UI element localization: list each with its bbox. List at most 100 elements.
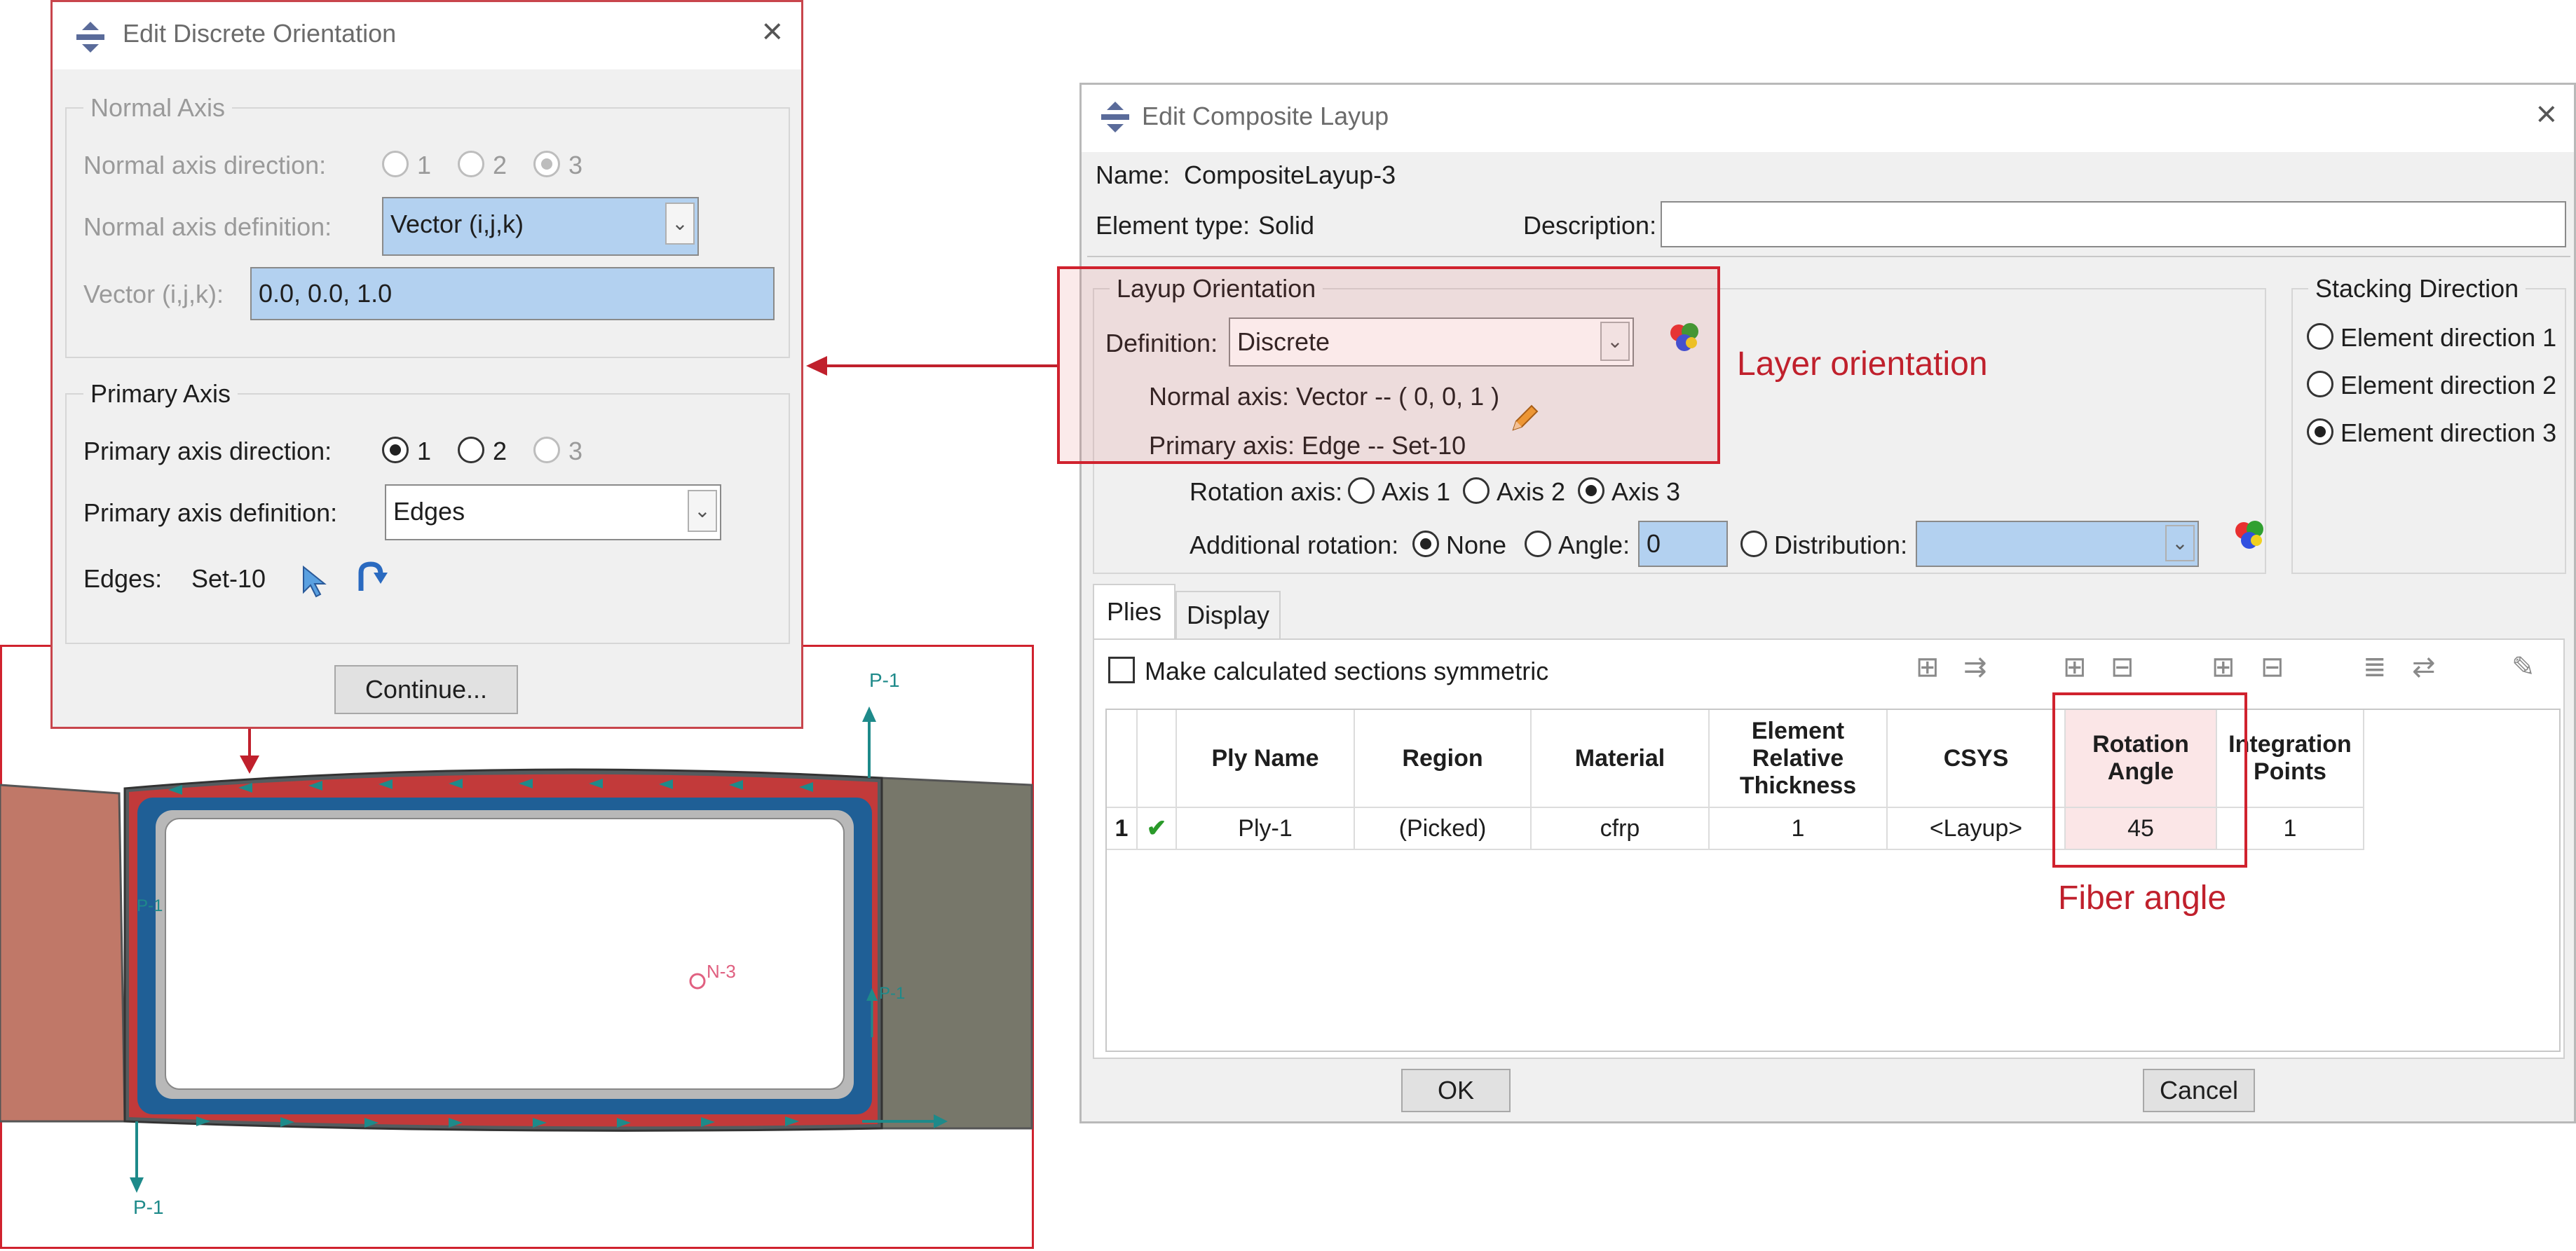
insert-after-icon[interactable]: ⇉: [1963, 651, 1987, 683]
primary-axis-group-title: Primary Axis: [83, 379, 238, 409]
row-number: 1: [1107, 808, 1138, 850]
header-region[interactable]: Region: [1355, 710, 1532, 808]
right-block: [880, 777, 1033, 1130]
edges-label: Edges:: [83, 564, 163, 593]
continue-button[interactable]: Continue...: [334, 665, 518, 714]
tab-display[interactable]: Display: [1175, 591, 1281, 640]
p1-down-arrow-head: [130, 1177, 144, 1193]
discrete-close-icon[interactable]: ×: [762, 11, 783, 53]
description-label: Description:: [1523, 211, 1657, 240]
copy-row-icon[interactable]: ⊞: [2212, 651, 2235, 683]
distribution-label: Distribution:: [1774, 531, 1908, 559]
layer-orientation-annotation: Layer orientation: [1737, 346, 1988, 383]
header-thickness[interactable]: Element Relative Thickness: [1710, 710, 1888, 808]
color-palette-icon[interactable]: [2231, 517, 2269, 554]
rotation-angle-radio[interactable]: [1525, 531, 1551, 557]
primary-definition-combo[interactable]: Edges ⌄: [385, 484, 721, 540]
rotation-angle-label: Angle:: [1558, 531, 1630, 559]
n3-label: N-3: [707, 961, 736, 982]
cancel-button[interactable]: Cancel: [2143, 1069, 2255, 1112]
p1-up-arrow-head: [862, 706, 876, 722]
orientation-connector-line: [826, 364, 1058, 367]
cell-material[interactable]: cfrp: [1532, 808, 1710, 850]
model-viewport[interactable]: P-1 P-1 P-1 P-1 N-3: [0, 645, 1034, 1249]
primary-dir-label-1: 1: [417, 437, 432, 465]
header-divider: [1087, 256, 2570, 257]
insert-before-icon[interactable]: ⊞: [1916, 651, 1940, 683]
rotation-axis2-radio[interactable]: [1463, 477, 1490, 504]
stacking-dir3-radio[interactable]: [2307, 418, 2333, 445]
primary-dir-radio-2[interactable]: [458, 437, 484, 463]
stacking-dir1-radio[interactable]: [2307, 323, 2333, 350]
primary-dir-label-3: 3: [568, 437, 583, 465]
normal-definition-combo[interactable]: Vector (i,j,k) ⌄: [382, 197, 699, 256]
name-label: Name:: [1096, 160, 1171, 189]
tab-plies[interactable]: Plies: [1093, 584, 1175, 640]
symmetric-checkbox[interactable]: [1108, 657, 1135, 683]
add-row-above-icon[interactable]: ⊞: [2063, 651, 2087, 683]
header-ply-name[interactable]: Ply Name: [1177, 710, 1355, 808]
normal-axis-group-title: Normal Axis: [83, 93, 233, 123]
normal-dir-label-1: 1: [417, 151, 432, 179]
distribution-combo[interactable]: ⌄: [1916, 521, 2199, 567]
select-cursor-icon[interactable]: [299, 564, 329, 599]
p1-bottom-label: P-1: [133, 1196, 164, 1218]
normal-dir-radio-2: [458, 151, 484, 177]
header-csys[interactable]: CSYS: [1888, 710, 2066, 808]
reset-arrow-icon[interactable]: [353, 559, 390, 594]
vector-label: Vector (i,j,k):: [83, 280, 224, 308]
stacking-dir2-radio[interactable]: [2307, 371, 2333, 397]
description-field[interactable]: [1661, 201, 2566, 247]
normal-dir-radio-3: [533, 151, 560, 177]
additional-rotation-label: Additional rotation:: [1190, 531, 1399, 559]
primary-dir-label-2: 2: [493, 437, 507, 465]
rotation-axis1-radio[interactable]: [1348, 477, 1375, 504]
discrete-orientation-dialog: Edit Discrete Orientation × Normal Axis …: [50, 0, 803, 729]
normal-dir-label-2: 2: [493, 151, 507, 179]
add-row-below-icon[interactable]: ⊟: [2111, 651, 2134, 683]
angle-field[interactable]: 0: [1638, 521, 1728, 567]
cell-ply-name[interactable]: Ply-1: [1177, 808, 1355, 850]
normal-direction-label: Normal axis direction:: [83, 151, 327, 179]
normal-definition-label: Normal axis definition:: [83, 212, 332, 241]
stacking-dir2-label: Element direction 2: [2340, 371, 2557, 399]
row-status-check-icon: ✔: [1138, 808, 1177, 850]
plies-table: Ply Name Region Material Element Relativ…: [1105, 709, 2561, 1052]
primary-dir-radio-1[interactable]: [382, 437, 409, 463]
table-status-header: [1138, 710, 1177, 808]
cell-csys[interactable]: <Layup>: [1888, 808, 2066, 850]
rotation-axis3-radio[interactable]: [1578, 477, 1604, 504]
tab-display-label: Display: [1186, 601, 1270, 629]
layup-titlebar: Edit Composite Layup ×: [1082, 85, 2574, 152]
name-value: CompositeLayup-3: [1184, 160, 1396, 189]
normal-definition-value: Vector (i,j,k): [390, 210, 524, 238]
table-corner: [1107, 710, 1138, 808]
primary-definition-label: Primary axis definition:: [83, 498, 338, 527]
cell-thickness[interactable]: 1: [1710, 808, 1888, 850]
rotation-angle-highlight: [2052, 692, 2247, 868]
ok-button[interactable]: OK: [1401, 1069, 1511, 1112]
chevron-down-icon: ⌄: [688, 490, 717, 532]
stacking-dir3-label: Element direction 3: [2340, 418, 2557, 447]
paste-row-icon[interactable]: ⊟: [2261, 651, 2284, 683]
normal-dir-radio-1: [382, 151, 409, 177]
rotation-distribution-radio[interactable]: [1740, 531, 1767, 557]
primary-dir-radio-3: [533, 437, 560, 463]
p1-right-label: P-1: [879, 984, 905, 1003]
flip-icon[interactable]: ⇄: [2412, 651, 2436, 683]
edit-cell-icon[interactable]: ✎: [2512, 651, 2535, 683]
rotation-axis3-label: Axis 3: [1611, 477, 1681, 506]
rotation-none-radio[interactable]: [1412, 531, 1439, 557]
rotation-axis-label: Rotation axis:: [1190, 477, 1343, 506]
layup-title: Edit Composite Layup: [1142, 102, 1389, 130]
vector-field[interactable]: 0.0, 0.0, 1.0: [250, 267, 775, 320]
element-type-value: Solid: [1258, 211, 1315, 240]
p1-top-label: P-1: [869, 669, 900, 691]
align-icon[interactable]: ≣: [2363, 651, 2387, 683]
normal-dir-label-3: 3: [568, 151, 583, 179]
header-material[interactable]: Material: [1532, 710, 1710, 808]
orientation-connector-head: [806, 356, 827, 376]
cell-region[interactable]: (Picked): [1355, 808, 1532, 850]
layup-close-icon[interactable]: ×: [2536, 93, 2557, 135]
primary-definition-value: Edges: [393, 497, 465, 526]
